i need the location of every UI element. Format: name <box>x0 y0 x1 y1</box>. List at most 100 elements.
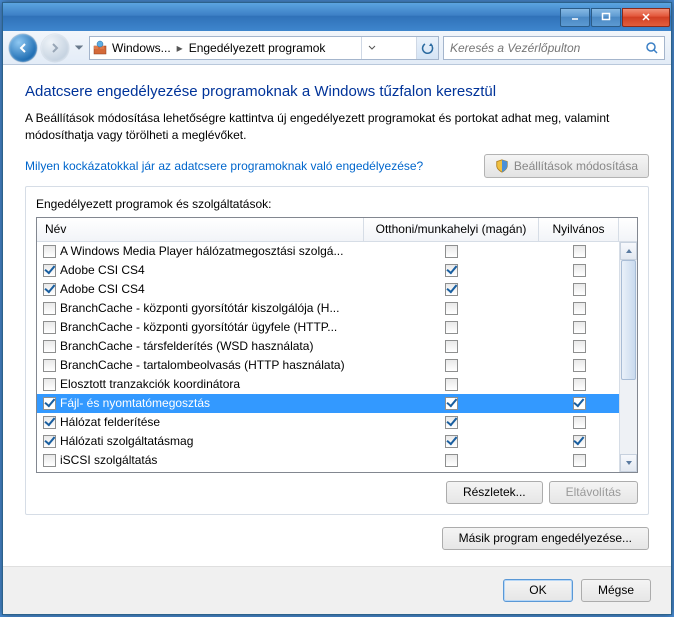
scroll-thumb[interactable] <box>621 260 636 380</box>
ok-button[interactable]: OK <box>503 579 573 602</box>
home-checkbox[interactable] <box>445 245 458 258</box>
minimize-button[interactable] <box>560 8 590 27</box>
content-area: Adatcsere engedélyezése programoknak a W… <box>3 65 671 566</box>
page-description: A Beállítások módosítása lehetőségre kat… <box>25 110 649 144</box>
shield-icon <box>495 159 509 173</box>
risk-info-link[interactable]: Milyen kockázatokkal jár az adatcsere pr… <box>25 159 423 173</box>
row-checkbox[interactable] <box>43 321 56 334</box>
public-checkbox[interactable] <box>573 340 586 353</box>
row-label: BranchCache - központi gyorsítótár ügyfe… <box>60 320 337 334</box>
row-label: iSCSI szolgáltatás <box>60 453 157 467</box>
list-header: Név Otthoni/munkahelyi (magán) Nyilvános <box>37 218 637 242</box>
scrollbar[interactable] <box>619 242 637 472</box>
public-checkbox[interactable] <box>573 321 586 334</box>
row-label: Elosztott tranzakciók koordinátora <box>60 377 240 391</box>
scroll-up-button[interactable] <box>620 242 637 260</box>
public-checkbox[interactable] <box>573 435 586 448</box>
home-checkbox[interactable] <box>445 302 458 315</box>
public-checkbox[interactable] <box>573 302 586 315</box>
nav-back-button[interactable] <box>9 34 37 62</box>
home-checkbox[interactable] <box>445 359 458 372</box>
column-scroll-spacer <box>619 218 637 241</box>
row-checkbox[interactable] <box>43 302 56 315</box>
cancel-button[interactable]: Mégse <box>581 579 651 602</box>
allowed-programs-group: Engedélyezett programok és szolgáltatáso… <box>25 186 649 515</box>
list-row[interactable]: BranchCache - társfelderítés (WSD haszná… <box>37 337 619 356</box>
search-box[interactable] <box>443 36 665 60</box>
row-checkbox[interactable] <box>43 264 56 277</box>
column-public[interactable]: Nyilvános <box>539 218 619 241</box>
list-row[interactable]: Adobe CSI CS4 <box>37 280 619 299</box>
row-label: BranchCache - társfelderítés (WSD haszná… <box>60 339 313 353</box>
public-checkbox[interactable] <box>573 264 586 277</box>
breadcrumb-app[interactable]: Windows... <box>110 41 173 55</box>
allow-another-program-button[interactable]: Másik program engedélyezése... <box>442 527 649 550</box>
group-title: Engedélyezett programok és szolgáltatáso… <box>36 197 638 211</box>
home-checkbox[interactable] <box>445 283 458 296</box>
footer: OK Mégse <box>3 566 671 614</box>
row-label: A Windows Media Player hálózatmegosztási… <box>60 244 343 258</box>
list-row[interactable]: iSCSI szolgáltatás <box>37 451 619 470</box>
home-checkbox[interactable] <box>445 435 458 448</box>
row-checkbox[interactable] <box>43 245 56 258</box>
toolbar: Windows... ▸ Engedélyezett programok <box>3 31 671 65</box>
home-checkbox[interactable] <box>445 340 458 353</box>
details-button[interactable]: Részletek... <box>446 481 543 504</box>
column-name[interactable]: Név <box>37 218 364 241</box>
home-checkbox[interactable] <box>445 416 458 429</box>
refresh-button[interactable] <box>416 37 438 59</box>
row-label: Hálózat felderítése <box>60 415 160 429</box>
row-checkbox[interactable] <box>43 454 56 467</box>
maximize-button[interactable] <box>591 8 621 27</box>
home-checkbox[interactable] <box>445 264 458 277</box>
list-row[interactable]: BranchCache - központi gyorsítótár ügyfe… <box>37 318 619 337</box>
search-icon[interactable] <box>644 41 660 55</box>
row-checkbox[interactable] <box>43 340 56 353</box>
nav-forward-button[interactable] <box>41 34 69 62</box>
firewall-icon <box>90 40 110 56</box>
row-checkbox[interactable] <box>43 397 56 410</box>
home-checkbox[interactable] <box>445 454 458 467</box>
address-bar[interactable]: Windows... ▸ Engedélyezett programok <box>89 36 439 60</box>
public-checkbox[interactable] <box>573 283 586 296</box>
list-row[interactable]: Fájl- és nyomtatómegosztás <box>37 394 619 413</box>
public-checkbox[interactable] <box>573 454 586 467</box>
row-checkbox[interactable] <box>43 378 56 391</box>
row-checkbox[interactable] <box>43 416 56 429</box>
list-row[interactable]: BranchCache - tartalombeolvasás (HTTP ha… <box>37 356 619 375</box>
address-dropdown[interactable] <box>361 37 383 59</box>
row-label: Hálózati szolgáltatásmag <box>60 434 193 448</box>
row-checkbox[interactable] <box>43 359 56 372</box>
list-row[interactable]: BranchCache - központi gyorsítótár kiszo… <box>37 299 619 318</box>
breadcrumb-page[interactable]: Engedélyezett programok <box>187 41 328 55</box>
public-checkbox[interactable] <box>573 359 586 372</box>
list-row[interactable]: Hálózati szolgáltatásmag <box>37 432 619 451</box>
list-row[interactable]: A Windows Media Player hálózatmegosztási… <box>37 242 619 261</box>
home-checkbox[interactable] <box>445 397 458 410</box>
nav-history-dropdown[interactable] <box>73 45 85 51</box>
close-button[interactable] <box>622 8 670 27</box>
public-checkbox[interactable] <box>573 378 586 391</box>
program-list: Név Otthoni/munkahelyi (magán) Nyilvános… <box>36 217 638 473</box>
column-home[interactable]: Otthoni/munkahelyi (magán) <box>364 218 539 241</box>
row-label: Adobe CSI CS4 <box>60 282 145 296</box>
row-checkbox[interactable] <box>43 435 56 448</box>
scroll-track[interactable] <box>620 260 637 454</box>
breadcrumb-separator[interactable]: ▸ <box>173 41 187 55</box>
list-row[interactable]: Hálózat felderítése <box>37 413 619 432</box>
row-label: BranchCache - központi gyorsítótár kiszo… <box>60 301 339 315</box>
list-row[interactable]: Adobe CSI CS4 <box>37 261 619 280</box>
row-label: Fájl- és nyomtatómegosztás <box>60 396 210 410</box>
home-checkbox[interactable] <box>445 321 458 334</box>
row-checkbox[interactable] <box>43 283 56 296</box>
list-row[interactable]: Elosztott tranzakciók koordinátora <box>37 375 619 394</box>
search-input[interactable] <box>448 40 644 56</box>
scroll-down-button[interactable] <box>620 454 637 472</box>
window: Windows... ▸ Engedélyezett programok Ada… <box>2 2 672 615</box>
public-checkbox[interactable] <box>573 416 586 429</box>
remove-button[interactable]: Eltávolítás <box>549 481 638 504</box>
public-checkbox[interactable] <box>573 245 586 258</box>
home-checkbox[interactable] <box>445 378 458 391</box>
public-checkbox[interactable] <box>573 397 586 410</box>
change-settings-button[interactable]: Beállítások módosítása <box>484 154 649 178</box>
